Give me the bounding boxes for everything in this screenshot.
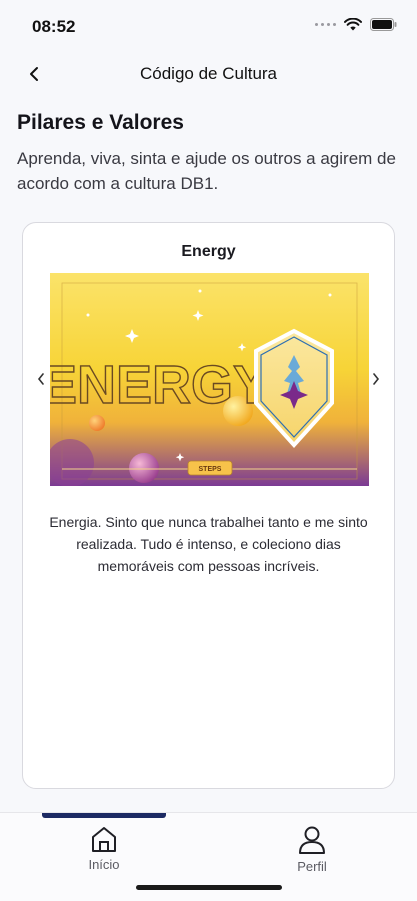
status-bar: 08:52 — [0, 0, 417, 50]
banner-footer-label: STEPS — [199, 466, 222, 473]
battery-icon — [370, 18, 397, 31]
home-indicator — [136, 885, 282, 890]
nav-item-inicio[interactable]: Início — [59, 825, 149, 872]
wifi-icon — [344, 18, 362, 31]
energy-banner-image: ENERGY STEPS — [50, 273, 369, 486]
section-title: Pilares e Valores — [17, 111, 184, 134]
nav-item-perfil[interactable]: Perfil — [267, 825, 357, 874]
status-icons — [315, 18, 397, 31]
banner-headline: ENERGY — [50, 355, 269, 415]
chevron-left-icon — [37, 373, 44, 385]
status-time: 08:52 — [32, 17, 76, 36]
section-description: Aprenda, viva, sinta e ajude os outros a… — [17, 149, 396, 193]
nav-label-inicio: Início — [88, 857, 120, 872]
card-title: Energy — [181, 243, 236, 260]
app-header: Código de Cultura — [0, 50, 417, 98]
signal-icon — [315, 23, 336, 26]
page-title: Código de Cultura — [139, 64, 278, 83]
card-description: Energia. Sinto que nunca trabalhei tanto… — [49, 514, 368, 574]
home-icon — [92, 827, 116, 852]
value-card: Energy ENERGY STEPS Energia. Sinto que n… — [22, 222, 395, 789]
person-icon — [299, 826, 325, 854]
carousel-prev-button[interactable] — [31, 369, 51, 389]
active-tab-indicator — [42, 813, 166, 818]
chevron-right-icon — [373, 373, 380, 385]
carousel-next-button[interactable] — [366, 369, 386, 389]
nav-label-perfil: Perfil — [297, 859, 327, 874]
